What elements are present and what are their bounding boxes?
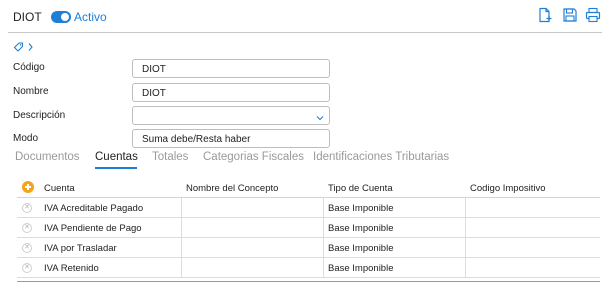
table-row[interactable]: ✕ IVA Acreditable Pagado Base Imponible: [17, 198, 600, 218]
cell-cuenta: IVA Acreditable Pagado: [44, 203, 144, 214]
cell-tipo: Base Imponible: [328, 203, 394, 214]
accounts-grid: Cuenta Nombre del Concepto Tipo de Cuent…: [17, 178, 600, 278]
column-header-codigo-impositivo: Codigo Impositivo: [470, 183, 546, 194]
column-header-nombre-concepto: Nombre del Concepto: [186, 183, 279, 194]
tab-identificaciones-tributarias[interactable]: Identificaciones Tributarias: [313, 151, 449, 163]
tab-documentos[interactable]: Documentos: [15, 151, 80, 163]
new-document-icon[interactable]: [537, 7, 553, 23]
delete-row-icon[interactable]: ✕: [22, 223, 32, 233]
delete-row-icon[interactable]: ✕: [22, 263, 32, 273]
active-tab-indicator: [95, 167, 137, 169]
nombre-label: Nombre: [13, 86, 49, 97]
chevron-down-icon: [316, 113, 324, 124]
header-divider: [8, 32, 602, 33]
cell-tipo: Base Imponible: [328, 223, 394, 234]
print-icon[interactable]: [585, 7, 601, 23]
column-header-cuenta: Cuenta: [44, 183, 75, 194]
delete-row-icon[interactable]: ✕: [22, 203, 32, 213]
tab-categorias-fiscales[interactable]: Categorias Fiscales: [203, 151, 304, 163]
save-icon[interactable]: [562, 7, 578, 23]
column-header-tipo-cuenta: Tipo de Cuenta: [328, 183, 393, 194]
page-title: DIOT: [13, 10, 42, 24]
tag-icon: [13, 42, 24, 52]
descripcion-label: Descripción: [13, 110, 66, 121]
cell-cuenta: IVA Pendiente de Pago: [44, 223, 142, 234]
cell-cuenta: IVA Retenido: [44, 263, 99, 274]
status-label: Activo: [74, 10, 107, 24]
codigo-field[interactable]: DIOT: [132, 59, 330, 78]
table-row[interactable]: ✕ IVA Pendiente de Pago Base Imponible: [17, 218, 600, 238]
chevron-right-icon: [28, 43, 33, 51]
grid-bottom-border: [17, 281, 600, 282]
toggle-knob: [61, 13, 69, 21]
header-bar: DIOT Activo: [0, 0, 602, 33]
delete-row-icon[interactable]: ✕: [22, 243, 32, 253]
tag-expand-control[interactable]: [13, 41, 39, 53]
nombre-field[interactable]: DIOT: [132, 83, 330, 102]
tab-totales[interactable]: Totales: [152, 151, 188, 163]
grid-header: Cuenta Nombre del Concepto Tipo de Cuent…: [17, 178, 600, 198]
active-toggle[interactable]: [51, 11, 71, 23]
cell-tipo: Base Imponible: [328, 263, 394, 274]
modo-label: Modo: [13, 133, 39, 144]
add-row-icon[interactable]: [22, 181, 34, 193]
codigo-label: Código: [13, 62, 45, 73]
cell-cuenta: IVA por Trasladar: [44, 243, 117, 254]
table-row[interactable]: ✕ IVA Retenido Base Imponible: [17, 258, 600, 278]
table-row[interactable]: ✕ IVA por Trasladar Base Imponible: [17, 238, 600, 258]
cell-tipo: Base Imponible: [328, 243, 394, 254]
tab-cuentas[interactable]: Cuentas: [95, 151, 138, 163]
descripcion-select[interactable]: [132, 106, 330, 125]
tab-bar: Documentos Cuentas Totales Categorias Fi…: [0, 151, 602, 169]
modo-field[interactable]: Suma debe/Resta haber: [132, 129, 330, 148]
